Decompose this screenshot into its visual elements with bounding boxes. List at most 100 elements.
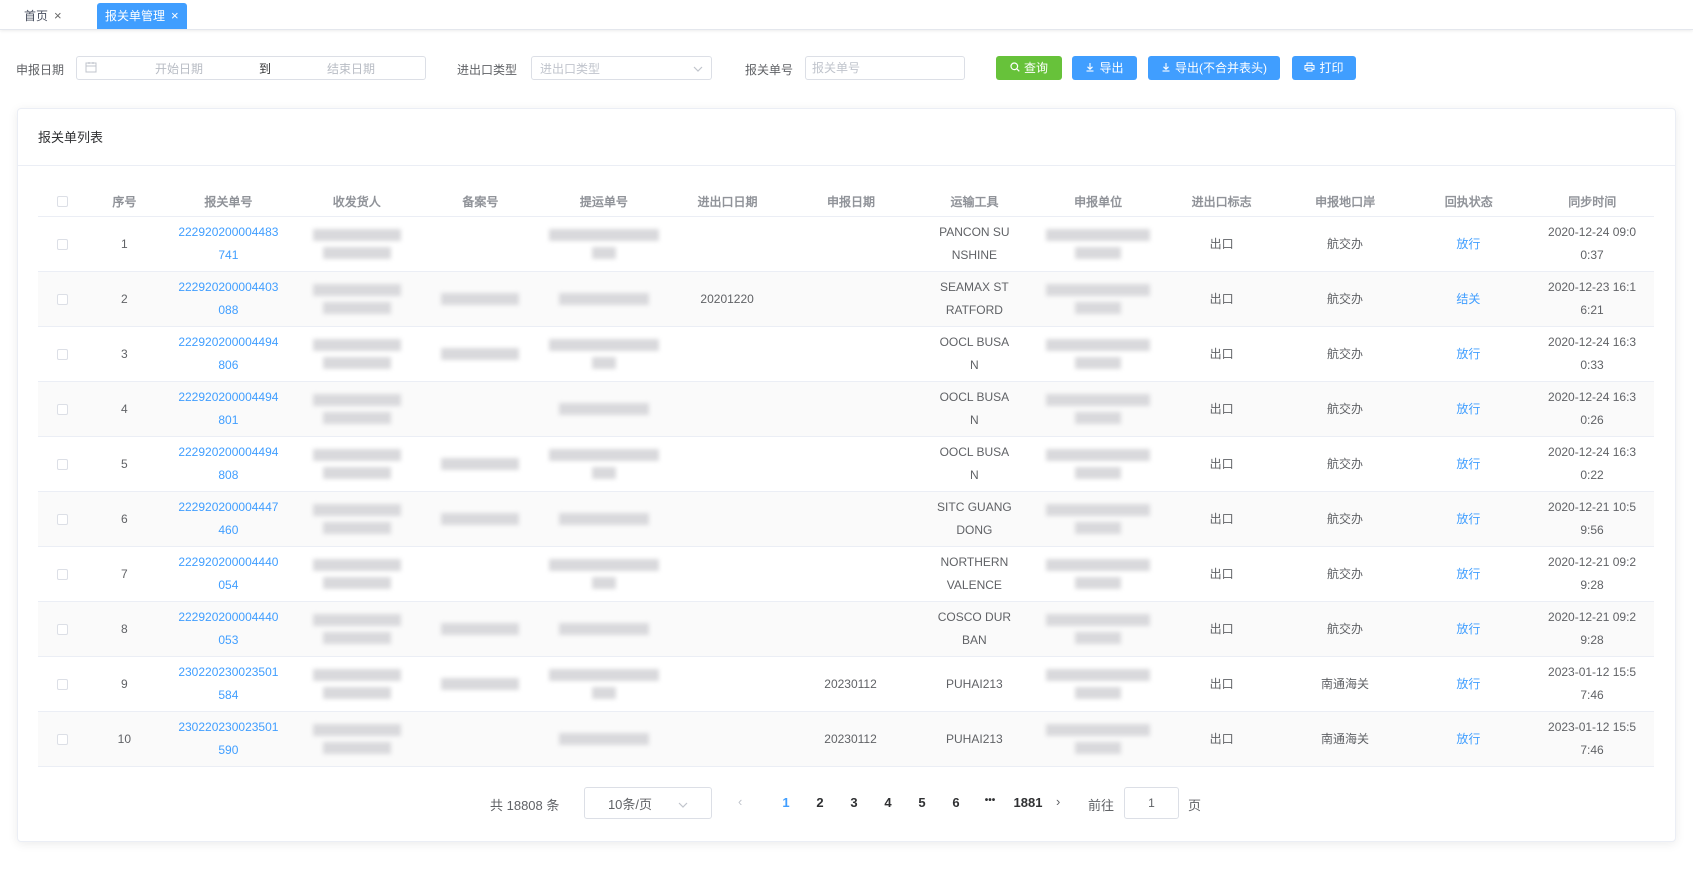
receipt-status-link[interactable]: 放行 — [1407, 492, 1530, 546]
declaration-number-link[interactable]: 222920200004440053 — [162, 602, 296, 656]
column-header: 申报日期 — [826, 194, 875, 209]
row-checkbox-cell — [38, 382, 87, 436]
row-checkbox[interactable] — [57, 678, 69, 690]
goto-page-input[interactable]: 1 — [1124, 787, 1179, 819]
row-checkbox[interactable] — [57, 238, 69, 250]
more-pages-icon[interactable]: ••• — [980, 795, 1000, 806]
table-row[interactable]: 8 222920200004440053 COSCO DURBAN 出口 航交办 放行 20… — [38, 602, 1654, 657]
row-checkbox[interactable] — [57, 568, 69, 580]
declare-port-cell: 南通海关 — [1321, 676, 1370, 691]
declare-date-cell — [789, 437, 912, 491]
table-row[interactable]: 6 222920200004447460 SITC GUANGDONG 出口 航交办 放行… — [38, 492, 1654, 547]
page-size-select[interactable]: 10条/页 — [584, 787, 712, 819]
receipt-status-link[interactable]: 放行 — [1407, 547, 1530, 601]
close-icon[interactable]: × — [171, 3, 179, 29]
declare-port-cell: 航交办 — [1327, 401, 1364, 416]
declaration-number-link[interactable]: 222920200004440054 — [162, 547, 296, 601]
redacted-block — [1046, 724, 1151, 754]
decl-no-input[interactable] — [812, 57, 958, 79]
row-checkbox[interactable] — [57, 513, 69, 525]
row-checkbox[interactable] — [57, 733, 69, 745]
print-button[interactable]: 打印 — [1292, 56, 1356, 80]
declaration-table: 序号 报关单号 收发货人 备案号 提运单号 进出口日期 申报日期 运输工具 申报… — [38, 187, 1654, 767]
declaration-number-link[interactable]: 230220230023501590 — [162, 712, 296, 766]
receipt-status-link[interactable]: 放行 — [1407, 327, 1530, 381]
redacted-bar — [591, 467, 616, 479]
declaration-number-link[interactable]: 222920200004494808 — [162, 437, 296, 491]
close-icon[interactable]: × — [54, 3, 62, 29]
declaration-number-link[interactable]: 222920200004447460 — [162, 492, 296, 546]
prev-page-icon[interactable]: ‹ — [738, 794, 742, 809]
end-date-input[interactable]: 结束日期 — [277, 60, 425, 77]
tab-declaration-management[interactable]: 报关单管理 × — [97, 3, 187, 29]
start-date-input[interactable]: 开始日期 — [105, 60, 253, 77]
page-4[interactable]: 4 — [878, 795, 898, 810]
redacted-block — [1046, 449, 1151, 479]
ie-type-select[interactable]: 进出口类型 — [531, 56, 712, 80]
row-checkbox[interactable] — [57, 403, 69, 415]
page-6[interactable]: 6 — [946, 795, 966, 810]
date-range-picker[interactable]: 开始日期 到 结束日期 — [76, 56, 426, 80]
transport-cell: PUHAI213 — [946, 676, 1003, 691]
receipt-status-link[interactable]: 结关 — [1407, 272, 1530, 326]
range-separator: 到 — [258, 61, 271, 76]
ie-date-cell: 20201220 — [700, 291, 754, 306]
table-row[interactable]: 5 222920200004494808 OOCL BUSAN 出口 航交办 放行 2020… — [38, 437, 1654, 492]
decl-no-label: 报关单号 — [745, 63, 794, 77]
redacted-block — [312, 669, 401, 699]
redacted-bar — [441, 458, 520, 470]
row-checkbox[interactable] — [57, 458, 69, 470]
consignor-cell — [295, 272, 418, 326]
declaration-number-link[interactable]: 222920200004494806 — [162, 327, 296, 381]
row-checkbox[interactable] — [57, 623, 69, 635]
table-row[interactable]: 4 222920200004494801 OOCL BUSAN 出口 航交办 放行 2020… — [38, 382, 1654, 437]
receipt-status-link[interactable]: 放行 — [1407, 657, 1530, 711]
select-all-checkbox[interactable] — [57, 196, 69, 207]
tab-home[interactable]: 首页 × — [16, 3, 70, 29]
export-no-merge-button[interactable]: 导出(不合并表头) — [1148, 56, 1280, 80]
declare-date-cell — [789, 547, 912, 601]
declare-port-cell: 航交办 — [1327, 511, 1364, 526]
page-1[interactable]: 1 — [776, 795, 796, 810]
table-row[interactable]: 3 222920200004494806 OOCL BUSAN 出口 航交办 放行 2020… — [38, 327, 1654, 382]
declaration-number-link[interactable]: 230220230023501584 — [162, 657, 296, 711]
consignor-cell — [295, 382, 418, 436]
row-checkbox[interactable] — [57, 348, 69, 360]
receipt-status-link[interactable]: 放行 — [1407, 712, 1530, 766]
row-checkbox-cell — [38, 657, 87, 711]
row-index: 8 — [120, 621, 128, 636]
table-row[interactable]: 9 230220230023501584 20230112 PUHAI213 出口 南通海… — [38, 657, 1654, 712]
table-row[interactable]: 1 222920200004483741 PANCON SUNSHINE 出口 航交办 放… — [38, 217, 1654, 272]
receipt-status-link[interactable]: 放行 — [1407, 382, 1530, 436]
query-button[interactable]: 查询 — [996, 56, 1062, 80]
page-2[interactable]: 2 — [810, 795, 830, 810]
page-3[interactable]: 3 — [844, 795, 864, 810]
next-page-icon[interactable]: › — [1056, 794, 1060, 809]
row-checkbox[interactable] — [57, 293, 69, 305]
column-header: 报关单号 — [204, 194, 253, 209]
declaration-number-link[interactable]: 222920200004403088 — [162, 272, 296, 326]
redacted-bar — [441, 623, 520, 635]
redacted-block — [312, 449, 401, 479]
ie-date-cell — [665, 327, 788, 381]
transport-cell: SITC GUANGDONG — [937, 500, 1012, 537]
transport-cell: NORTHERN VALENCE — [940, 555, 1009, 592]
declaration-number-link[interactable]: 222920200004483741 — [162, 217, 296, 271]
receipt-status-link[interactable]: 放行 — [1407, 217, 1530, 271]
declare-unit-cell — [1037, 712, 1160, 766]
total-count: 共 18808 条 — [490, 798, 560, 813]
redacted-bar — [591, 577, 616, 589]
receipt-status-link[interactable]: 放行 — [1407, 437, 1530, 491]
export-button[interactable]: 导出 — [1072, 56, 1137, 80]
page-last[interactable]: 1881 — [1008, 795, 1048, 810]
table-row[interactable]: 7 222920200004440054 NORTHERN VALENCE 出口 航交办… — [38, 547, 1654, 602]
redacted-bar — [322, 247, 391, 259]
table-row[interactable]: 10 230220230023501590 20230112 PUHAI213 出口 南通… — [38, 712, 1654, 767]
declaration-number-link[interactable]: 222920200004494801 — [162, 382, 296, 436]
download-icon — [1161, 56, 1171, 80]
declare-date-cell — [789, 217, 912, 271]
table-row[interactable]: 2 222920200004403088 20201220 SEAMAX STRATF… — [38, 272, 1654, 327]
redacted-block — [548, 559, 659, 589]
page-5[interactable]: 5 — [912, 795, 932, 810]
receipt-status-link[interactable]: 放行 — [1407, 602, 1530, 656]
